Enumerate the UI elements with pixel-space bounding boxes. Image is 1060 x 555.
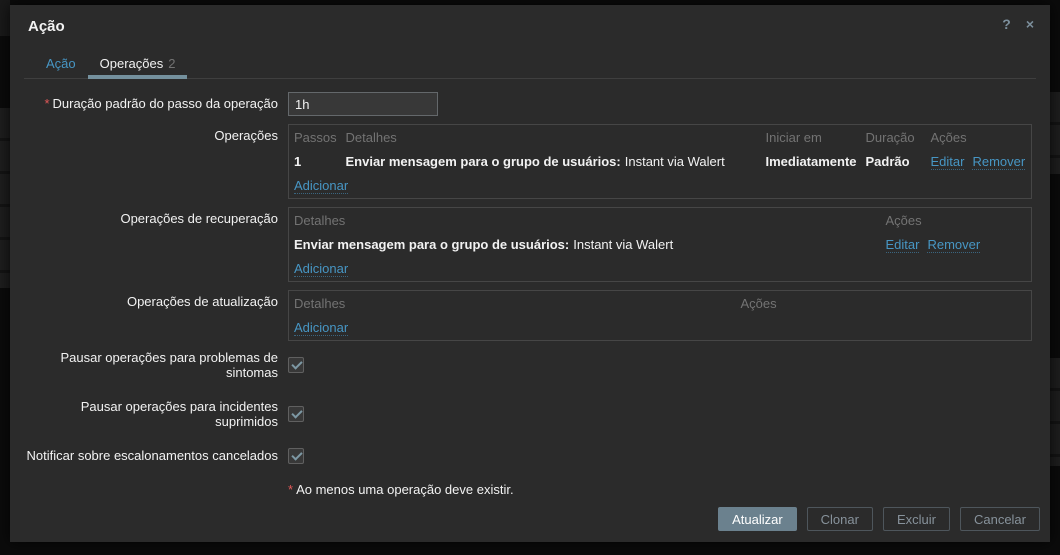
step-duration-row: *Duração padrão do passo da operação bbox=[20, 92, 1050, 116]
column-header-passos: Passos bbox=[289, 125, 341, 151]
operation-row: 1 Enviar mensagem para o grupo de usuári… bbox=[289, 150, 1032, 174]
add-update-operation-link[interactable]: Adicionar bbox=[294, 320, 348, 336]
pause-suppressed-incidents-checkbox[interactable] bbox=[288, 406, 304, 422]
required-note: *Ao menos uma operação deve existir. bbox=[288, 482, 514, 497]
update-operations-row: Operações de atualização Detalhes Ações … bbox=[20, 290, 1050, 341]
action-dialog: Ação ? × Ação Operações 2 *Duração padrão… bbox=[10, 5, 1050, 542]
column-header-acoes: Ações bbox=[736, 291, 1032, 317]
close-icon[interactable]: × bbox=[1026, 15, 1034, 33]
update-operations-table: Detalhes Ações Adicionar bbox=[288, 290, 1032, 341]
step-duration-input[interactable] bbox=[288, 92, 438, 116]
column-header-detalhes: Detalhes bbox=[289, 208, 881, 234]
dialog-footer: Atualizar Clonar Excluir Cancelar bbox=[718, 507, 1040, 531]
required-note-row: *Ao menos uma operação deve existir. bbox=[20, 482, 1050, 497]
recovery-operation-row: Enviar mensagem para o grupo de usuários… bbox=[289, 233, 1032, 257]
tab-operacoes-label: Operações bbox=[100, 56, 164, 71]
notify-cancelled-escalations-label: Notificar sobre escalonamentos cancelado… bbox=[20, 447, 288, 463]
column-header-iniciar-em: Iniciar em bbox=[761, 125, 861, 151]
edit-link[interactable]: Editar bbox=[931, 154, 965, 170]
operations-label: Operações bbox=[20, 124, 288, 199]
cancel-button[interactable]: Cancelar bbox=[960, 507, 1040, 531]
dialog-header: Ação ? × bbox=[10, 5, 1050, 35]
clone-button[interactable]: Clonar bbox=[807, 507, 873, 531]
remove-link[interactable]: Remover bbox=[972, 154, 1025, 170]
recovery-operations-label: Operações de recuperação bbox=[20, 207, 288, 282]
background-page-rows-right-bottom bbox=[1050, 358, 1060, 466]
recovery-operation-actions: Editar Remover bbox=[881, 233, 1032, 257]
pause-symptom-problems-row: Pausar operações para problemas de sinto… bbox=[20, 349, 1050, 380]
help-icon[interactable]: ? bbox=[1002, 15, 1011, 33]
tab-bar: Ação Operações 2 bbox=[24, 51, 1036, 79]
background-page-rows-right-top bbox=[1050, 92, 1060, 174]
tab-operacoes[interactable]: Operações 2 bbox=[88, 51, 188, 79]
operation-start-in: Imediatamente bbox=[761, 150, 861, 174]
operations-form: *Duração padrão do passo da operação Ope… bbox=[10, 79, 1050, 497]
operation-details: Enviar mensagem para o grupo de usuários… bbox=[341, 150, 761, 174]
column-header-acoes: Ações bbox=[926, 125, 1032, 151]
dialog-title: Ação bbox=[28, 18, 65, 35]
operations-row: Operações Passos Detalhes Iniciar em Dur… bbox=[20, 124, 1050, 199]
operation-step: 1 bbox=[289, 150, 341, 174]
pause-suppressed-incidents-row: Pausar operações para incidentes suprimi… bbox=[20, 398, 1050, 429]
delete-button[interactable]: Excluir bbox=[883, 507, 950, 531]
operations-table: Passos Detalhes Iniciar em Duração Ações… bbox=[288, 124, 1032, 199]
update-operations-label: Operações de atualização bbox=[20, 290, 288, 341]
column-header-duracao: Duração bbox=[861, 125, 926, 151]
add-operation-link[interactable]: Adicionar bbox=[294, 178, 348, 194]
pause-suppressed-incidents-label: Pausar operações para incidentes suprimi… bbox=[20, 398, 288, 429]
background-page-rows-left bbox=[0, 108, 10, 288]
background-page-fragment bbox=[0, 0, 10, 36]
column-header-acoes: Ações bbox=[881, 208, 1032, 234]
update-button[interactable]: Atualizar bbox=[718, 507, 797, 531]
recovery-operation-details: Enviar mensagem para o grupo de usuários… bbox=[289, 233, 881, 257]
tab-operacoes-count-badge: 2 bbox=[168, 56, 175, 71]
required-asterisk: * bbox=[288, 482, 293, 497]
operation-actions: Editar Remover bbox=[926, 150, 1032, 174]
column-header-detalhes: Detalhes bbox=[289, 291, 736, 317]
add-recovery-operation-link[interactable]: Adicionar bbox=[294, 261, 348, 277]
pause-symptom-problems-checkbox[interactable] bbox=[288, 357, 304, 373]
operation-duration: Padrão bbox=[861, 150, 926, 174]
recovery-operations-table: Detalhes Ações Enviar mensagem para o gr… bbox=[288, 207, 1032, 282]
recovery-operations-row: Operações de recuperação Detalhes Ações … bbox=[20, 207, 1050, 282]
step-duration-label: *Duração padrão do passo da operação bbox=[20, 92, 288, 116]
column-header-detalhes: Detalhes bbox=[341, 125, 761, 151]
notify-cancelled-escalations-checkbox[interactable] bbox=[288, 448, 304, 464]
edit-link[interactable]: Editar bbox=[886, 237, 920, 253]
notify-cancelled-escalations-row: Notificar sobre escalonamentos cancelado… bbox=[20, 447, 1050, 464]
required-asterisk: * bbox=[44, 96, 49, 111]
remove-link[interactable]: Remover bbox=[927, 237, 980, 253]
tab-acao[interactable]: Ação bbox=[34, 51, 88, 78]
pause-symptom-problems-label: Pausar operações para problemas de sinto… bbox=[20, 349, 288, 380]
